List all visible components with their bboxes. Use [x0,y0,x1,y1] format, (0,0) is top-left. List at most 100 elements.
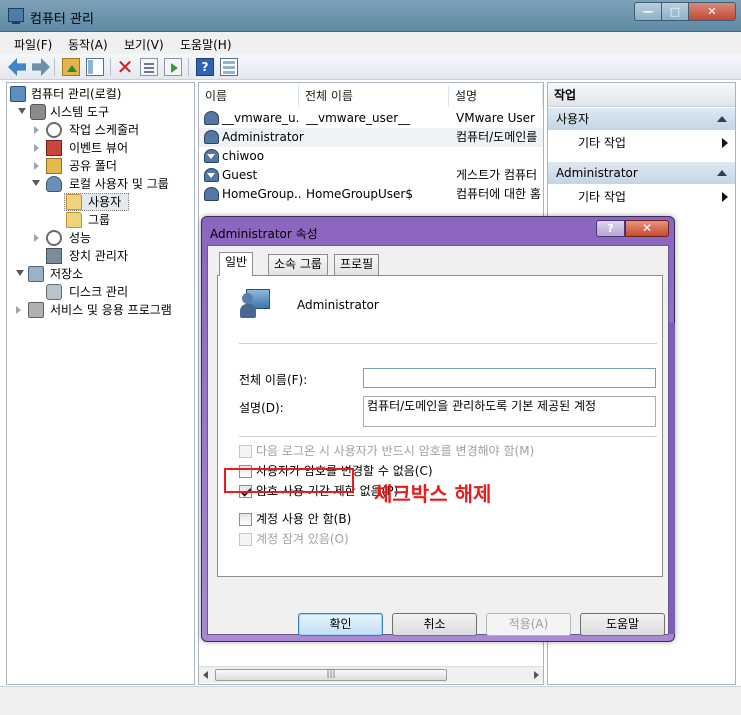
user-description: 컴퓨터/도메인를 [456,130,538,144]
cancel-button[interactable]: 취소 [392,613,477,636]
toolbar: ✕ ? [0,54,741,80]
folder-icon [66,212,82,228]
user-icon [204,130,219,144]
close-button[interactable]: ✕ [688,2,736,21]
description-label: 설명(D): [239,401,284,415]
checkbox-box [239,445,252,458]
toolbar-separator [188,58,189,76]
show-tree-icon[interactable] [86,58,104,76]
tab-profile[interactable]: 프로필 [334,254,380,275]
delete-icon[interactable]: ✕ [116,57,134,77]
tree-item-label: 사용자 [88,195,122,209]
description-input[interactable]: 컴퓨터/도메인을 관리하도록 기본 제공된 계정 [363,396,656,427]
status-bar [0,686,741,715]
tree-item-label: 컴퓨터 관리(로컬) [31,87,122,101]
tree-item-label: 서비스 및 응용 프로그램 [50,303,172,317]
tree-item-label: 이벤트 뷰어 [69,141,129,155]
checkbox-box[interactable] [239,513,252,526]
clock-icon [46,122,62,138]
expand-toggle-icon[interactable] [32,180,40,186]
export-list-icon[interactable] [164,58,182,76]
event-log-icon [46,140,62,156]
user-account-icon [240,289,270,319]
disk-icon [46,284,62,300]
collapse-icon[interactable] [717,116,727,122]
divider [239,436,657,437]
help-button[interactable]: 도움말 [580,613,665,636]
help-icon[interactable]: ? [196,58,214,76]
scroll-right-icon[interactable] [534,671,539,679]
action-more-actions[interactable]: 기타 작업 [578,133,728,153]
action-group-users[interactable]: 사용자 [548,108,735,130]
submenu-arrow-icon [722,192,728,202]
user-row[interactable]: chiwoo [199,147,543,166]
tab-general[interactable]: 일반 [219,252,254,276]
expand-toggle-icon[interactable] [16,306,21,314]
user-icon [204,111,219,125]
tree-item-label: 시스템 도구 [50,105,110,119]
dialog-frame-edge [669,323,675,634]
collapse-icon[interactable] [717,170,727,176]
ok-button[interactable]: 확인 [298,613,383,636]
maximize-button[interactable]: □ [661,2,689,21]
tab-member-of[interactable]: 소속 그룹 [268,254,328,275]
dialog-close-button[interactable]: ✕ [625,220,669,237]
user-name: chiwoo [222,149,265,163]
action-group-administrator[interactable]: Administrator [548,162,735,184]
user-row[interactable]: Guest 게스트가 컴퓨터 [199,166,543,185]
scroll-left-icon[interactable] [203,671,208,679]
window-title: 컴퓨터 관리 [30,12,94,27]
toolbar-separator [110,58,111,76]
user-row[interactable]: __vmware_u... __vmware_user__ VMware Use… [199,109,543,128]
fullname-label: 전체 이름(F): [239,373,308,387]
users-icon [46,176,62,192]
apply-button[interactable]: 적용(A) [486,613,571,636]
minimize-button[interactable]: — [634,2,662,21]
checkbox-label: 계정 사용 안 함(B) [256,512,352,526]
fullname-input[interactable] [363,368,656,388]
user-icon [204,187,219,201]
menu-action[interactable]: 동작(A) [68,36,108,53]
expand-toggle-icon[interactable] [34,126,39,134]
column-header-fullname[interactable]: 전체 이름 [299,85,449,107]
dialog-help-button[interactable]: ? [596,220,625,237]
tree-item-label: 성능 [69,231,92,245]
user-row[interactable]: HomeGroup... HomeGroupUser$ 컴퓨터에 대한 홈 [199,185,543,204]
scroll-thumb[interactable]: ||| [215,669,447,681]
checkbox-label: 다음 로그온 시 사용자가 반드시 암호를 변경해야 함(M) [256,444,535,458]
horizontal-scrollbar[interactable]: ||| [199,666,543,683]
window-titlebar: 컴퓨터 관리 — □ ✕ [0,0,741,32]
tree-item-label: 그룹 [88,213,111,227]
menu-help[interactable]: 도움말(H) [180,36,232,53]
user-row[interactable]: Administrator 컴퓨터/도메인를 [199,128,543,147]
folder-icon [66,194,82,210]
expand-toggle-icon[interactable] [34,144,39,152]
column-header-name[interactable]: 이름 [199,85,299,107]
up-folder-icon[interactable] [62,58,80,76]
user-name: Administrator [222,130,304,144]
annotation-text: 체크박스 해제 [374,482,492,506]
action-group-label: 사용자 [556,112,590,126]
user-name: Guest [222,168,258,182]
properties-icon[interactable] [140,58,158,76]
back-arrow-icon[interactable] [8,58,26,76]
properties-dialog: Administrator 속성 ? ✕ 일반 소속 그룹 프로필 Admini… [201,216,675,642]
expand-toggle-icon[interactable] [34,162,39,170]
checkbox-label: 계정 잠겨 있음(O) [256,532,349,546]
forward-arrow-icon[interactable] [32,58,50,76]
computer-icon [10,86,26,102]
menu-view[interactable]: 보기(V) [124,36,164,53]
menu-file[interactable]: 파일(F) [14,36,52,53]
tree-item-label: 공유 폴더 [69,159,117,173]
column-header-description[interactable]: 설명 [449,85,543,107]
expand-toggle-icon[interactable] [34,234,39,242]
computer-management-icon [8,8,24,24]
divider [239,343,657,344]
expand-toggle-icon[interactable] [18,108,26,114]
action-more-actions[interactable]: 기타 작업 [578,187,728,207]
shared-folder-icon [46,158,62,174]
action-pane-icon[interactable] [220,58,238,76]
expand-toggle-icon[interactable] [16,270,24,276]
user-fullname: HomeGroupUser$ [306,187,413,201]
submenu-arrow-icon [722,138,728,148]
